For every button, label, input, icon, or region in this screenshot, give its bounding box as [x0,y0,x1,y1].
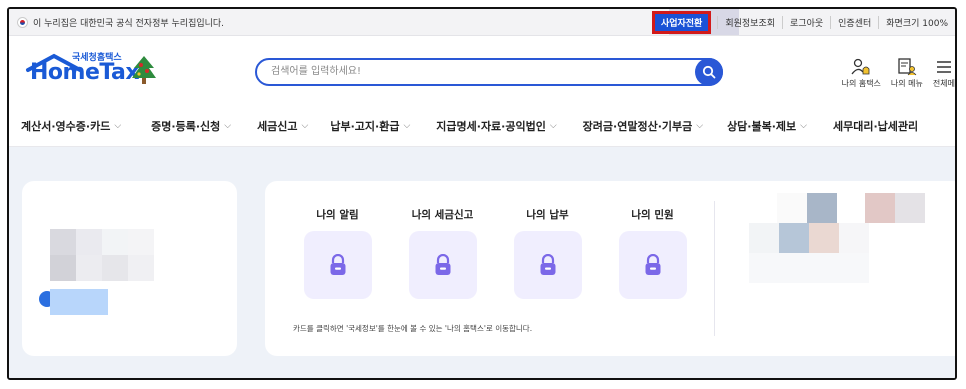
lock-card[interactable] [513,231,582,299]
lock-icon [540,254,555,275]
blurred-block [777,193,807,223]
nav-item-payment[interactable]: 납부·고지·환급 ⌵ [330,118,410,134]
tab-label: 나의 알림 [316,209,359,221]
tab-label: 나의 세금신고 [411,209,474,221]
nav-label: 장려금·연말정산·기부금 [582,120,693,133]
all-menu-button[interactable]: 전체메 [933,58,955,89]
chevron-down-icon: ⌵ [696,121,704,131]
main-content: 나의 알림 나의 세금신고 나의 납부 나의 민원 카드를 클릭하면 '국세정보… [9,147,955,378]
blurred-block [128,255,154,281]
nav-item-certificates[interactable]: 증명·등록·신청 ⌵ [151,118,231,134]
nav-item-incentives[interactable]: 장려금·연말정산·기부금 ⌵ [583,118,703,134]
nav-item-tax-agent[interactable]: 세무대리·납세관리 [833,118,918,134]
blurred-block [76,255,102,281]
tab-my-tax-filing[interactable]: 나의 세금신고 [390,207,495,299]
chevron-down-icon: ⌵ [403,121,411,131]
my-hometax-label: 나의 홈택스 [841,79,881,88]
tab-my-alerts[interactable]: 나의 알림 [285,207,390,299]
blurred-block [895,193,925,223]
holly-tree-icon [132,56,156,84]
my-menu-button[interactable]: 나의 메뉴 [891,58,923,89]
browser-frame: 이 누리집은 대한민국 공식 전자정부 누리집입니다. 사업자전환 회원정보조회… [7,7,957,380]
logo-big-text: HomeTax [30,60,140,85]
blurred-block [865,193,895,223]
lock-card[interactable] [618,231,687,299]
my-menu-label: 나의 메뉴 [890,79,923,88]
nav-item-statements[interactable]: 지급명세·자료·공익법인 ⌵ [436,118,556,134]
chevron-down-icon: ⌵ [800,121,807,131]
tab-my-civil-petition[interactable]: 나의 민원 [600,207,705,299]
chevron-down-icon: ⌵ [301,121,309,131]
blurred-block [807,193,837,223]
screen-size-link[interactable]: 화면크기 100% [878,15,955,29]
my-info-tabs: 나의 알림 나의 세금신고 나의 납부 나의 민원 [285,207,705,299]
hometax-logo[interactable]: 국세청홈택스 HomeTax [24,50,164,90]
nav-item-tax-filing[interactable]: 세금신고 ⌵ [257,118,308,134]
chevron-down-icon: ⌵ [549,121,557,131]
card-divider [714,201,715,336]
person-doc-icon [898,58,917,76]
profile-card[interactable] [22,181,237,356]
lock-icon [330,254,345,275]
main-nav: 계산서·영수증·카드 ⌵ 증명·등록·신청 ⌵ 세금신고 ⌵ 납부·고지·환급 ⌵ 지급… [9,106,955,147]
blurred-block [128,229,154,255]
nav-label: 상담·불복·제보 [727,120,797,133]
nav-label: 계산서·영수증·카드 [21,120,111,133]
hamburger-menu-icon [936,61,951,73]
blurred-block [779,223,809,253]
tab-label: 나의 납부 [526,209,569,221]
blurred-block [102,229,128,255]
person-bell-icon [851,58,870,75]
blurred-block [50,229,76,255]
top-utility-bar: 이 누리집은 대한민국 공식 전자정부 누리집입니다. 사업자전환 회원정보조회… [9,9,955,36]
lock-card[interactable] [408,231,477,299]
blurred-block [50,255,76,281]
blurred-block [809,223,839,253]
blurred-block [76,229,102,255]
all-menu-label: 전체메 [932,79,955,88]
nav-label: 지급명세·자료·공익법인 [436,120,546,133]
my-hometax-button[interactable]: 나의 홈택스 [842,58,881,89]
search-button[interactable] [695,58,723,86]
nav-item-consult[interactable]: 상담·불복·제보 ⌵ [727,118,807,134]
gov-notice: 이 누리집은 대한민국 공식 전자정부 누리집입니다. [17,16,224,29]
header-icons: 나의 홈택스 나의 메뉴 전체메 [842,58,955,89]
search-box [255,58,723,86]
korea-flag-icon [17,17,28,28]
my-info-card: 나의 알림 나의 세금신고 나의 납부 나의 민원 카드를 클릭하면 '국세정보… [265,181,955,356]
business-switch-button[interactable]: 사업자전환 [651,10,712,34]
lock-icon [645,254,660,275]
search-icon [702,65,716,79]
chevron-down-icon: ⌵ [224,121,232,131]
blurred-block [102,255,128,281]
lock-icon [435,254,450,275]
member-info-link[interactable]: 회원정보조회 [717,15,782,29]
blurred-block [749,253,869,283]
my-hometax-hint: 카드를 클릭하면 '국세정보'를 한눈에 볼 수 있는 '나의 홈택스'로 이동… [293,324,533,333]
gov-notice-text: 이 누리집은 대한민국 공식 전자정부 누리집입니다. [33,19,225,29]
blurred-block [749,223,779,253]
search-input[interactable] [269,65,693,78]
nav-label: 증명·등록·신청 [151,120,221,133]
tab-my-payment[interactable]: 나의 납부 [495,207,600,299]
nav-label: 세금신고 [257,120,298,133]
logout-link[interactable]: 로그아웃 [782,15,830,29]
blurred-block [839,223,869,253]
chevron-down-icon: ⌵ [114,121,122,131]
nav-label: 세무대리·납세관리 [832,120,919,133]
nav-item-invoices[interactable]: 계산서·영수증·카드 ⌵ [21,118,121,134]
blurred-block [50,289,108,315]
site-header: 국세청홈택스 HomeTax 검색어를 입력하세요! 나의 홈택스 나의 메뉴 … [9,36,955,106]
nav-label: 납부·고지·환급 [330,120,400,133]
top-links: 사업자전환 회원정보조회 로그아웃 인증센터 화면크기 100% [651,9,955,35]
lock-card[interactable] [303,231,372,299]
tab-label: 나의 민원 [631,209,674,221]
cert-center-link[interactable]: 인증센터 [830,15,878,29]
